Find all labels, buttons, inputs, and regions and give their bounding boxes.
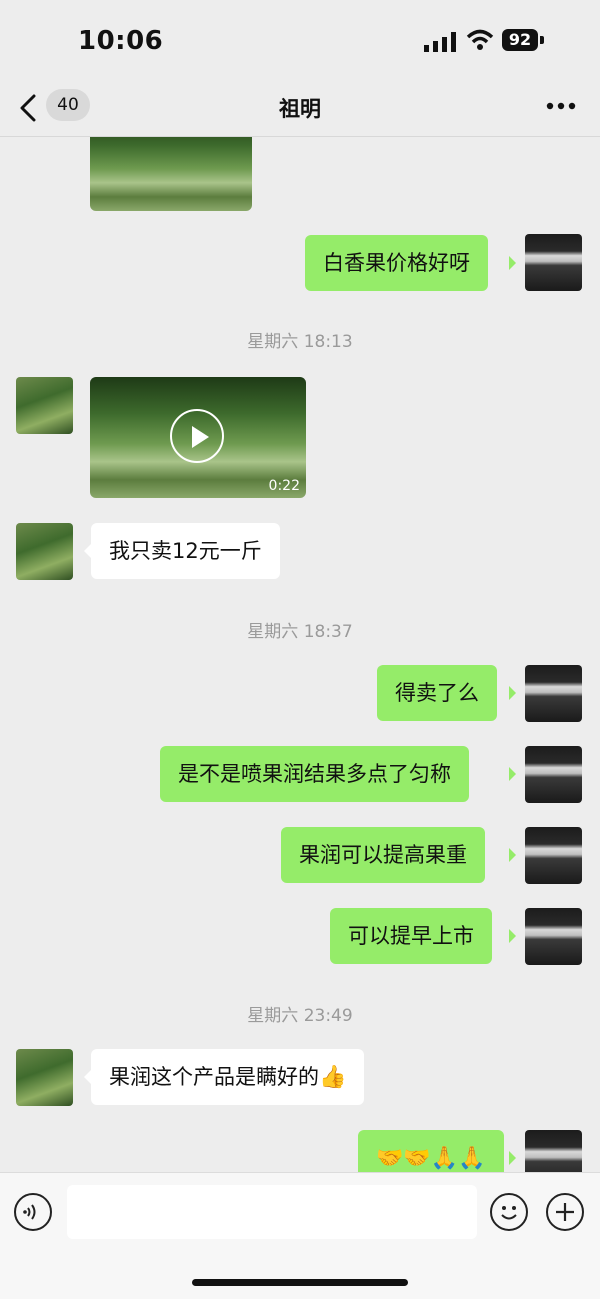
received-photo[interactable] xyxy=(90,137,252,211)
thumbs-up-emoji: 👍 xyxy=(319,1065,347,1090)
signal-icon xyxy=(424,32,456,52)
video-duration: 0:22 xyxy=(268,478,300,494)
bubble-tail xyxy=(509,256,516,270)
video-message[interactable]: 0:22 xyxy=(90,377,306,498)
timestamp: 星期六 23:49 xyxy=(247,1006,353,1026)
message-bubble-incoming[interactable]: 我只卖12元一斤 xyxy=(91,523,280,579)
play-icon[interactable] xyxy=(170,409,224,463)
my-avatar[interactable] xyxy=(525,1130,582,1172)
chat-area[interactable]: 白香果价格好呀 星期六 18:13 0:22 我只卖12元一斤 星期六 18:3… xyxy=(0,137,600,1172)
my-avatar[interactable] xyxy=(525,827,582,884)
timestamp: 星期六 18:37 xyxy=(247,622,353,642)
plus-icon[interactable] xyxy=(546,1193,584,1231)
bubble-tail xyxy=(509,686,516,700)
my-avatar[interactable] xyxy=(525,746,582,803)
message-input[interactable] xyxy=(67,1185,477,1239)
contact-avatar[interactable] xyxy=(16,523,73,580)
message-bubble-outgoing[interactable]: 可以提早上市 xyxy=(330,908,492,964)
battery-icon: 92 xyxy=(502,29,538,51)
my-avatar[interactable] xyxy=(525,234,582,291)
message-bubble-outgoing[interactable]: 白香果价格好呀 xyxy=(305,235,488,291)
bubble-tail xyxy=(84,1070,91,1084)
home-indicator xyxy=(192,1279,408,1286)
contact-avatar[interactable] xyxy=(16,1049,73,1106)
message-bubble-outgoing[interactable]: 果润可以提高果重 xyxy=(281,827,485,883)
bubble-tail xyxy=(509,848,516,862)
chat-title: 祖明 xyxy=(279,97,321,121)
my-avatar[interactable] xyxy=(525,665,582,722)
emoji-icon[interactable] xyxy=(490,1193,528,1231)
message-text: 果润这个产品是瞒好的 xyxy=(109,1065,319,1089)
timestamp: 星期六 18:13 xyxy=(247,332,353,352)
message-bubble-outgoing[interactable]: 得卖了么 xyxy=(377,665,497,721)
bubble-tail xyxy=(509,767,516,781)
status-bar: 10:06 92 xyxy=(0,0,600,80)
contact-avatar[interactable] xyxy=(16,377,73,434)
input-bar xyxy=(0,1172,600,1299)
handshake-pray-emoji: 🤝🤝🙏🙏 xyxy=(376,1146,486,1171)
message-bubble-outgoing[interactable]: 🤝🤝🙏🙏 xyxy=(358,1130,504,1172)
battery-tip xyxy=(540,36,544,44)
status-time: 10:06 xyxy=(78,26,164,56)
more-icon[interactable] xyxy=(546,102,576,110)
chat-header: 40 祖明 xyxy=(0,80,600,137)
wifi-icon xyxy=(466,29,494,50)
bubble-tail xyxy=(84,544,91,558)
message-bubble-incoming[interactable]: 果润这个产品是瞒好的👍 xyxy=(91,1049,365,1105)
my-avatar[interactable] xyxy=(525,908,582,965)
bubble-tail xyxy=(509,1151,516,1165)
bubble-tail xyxy=(509,929,516,943)
voice-icon[interactable] xyxy=(14,1193,52,1231)
message-bubble-outgoing[interactable]: 是不是喷果润结果多点了匀称 xyxy=(160,746,469,802)
